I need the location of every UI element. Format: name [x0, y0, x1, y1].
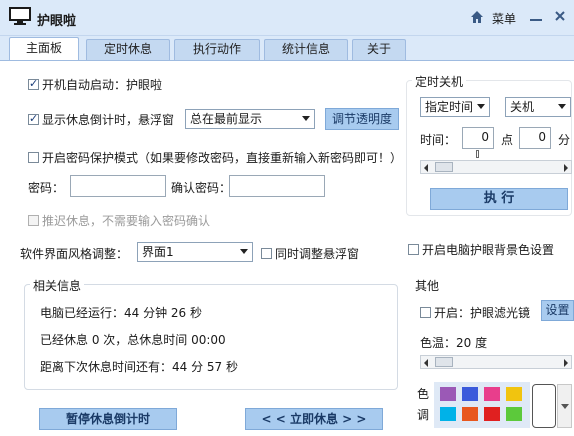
slider-left-arrow-icon[interactable] — [424, 164, 428, 172]
filter-label: 开启：护眼滤光镜 — [434, 306, 531, 320]
color-temperature-label: 色温：20 度 — [420, 336, 488, 350]
shutdown-minute-unit: 分 — [558, 133, 571, 147]
bg-color-checkbox[interactable] — [408, 244, 419, 255]
style-select[interactable]: 界面1 — [137, 242, 253, 262]
autostart-option[interactable]: 开机自动启动：护眼啦 — [28, 76, 162, 93]
sync-float-checkbox[interactable] — [261, 248, 272, 259]
chevron-down-icon — [561, 404, 569, 409]
color-swatch[interactable] — [506, 387, 522, 401]
filter-option[interactable]: 开启：护眼滤光镜 — [420, 304, 530, 321]
style-label: 软件界面风格调整： — [20, 247, 129, 261]
filter-settings-button[interactable]: 设置 — [541, 300, 574, 321]
autostart-label: 开机自动启动：护眼啦 — [42, 78, 163, 92]
menu-button[interactable]: 菜单 — [492, 10, 516, 27]
color-swatch[interactable] — [440, 387, 456, 401]
filter-checkbox[interactable] — [420, 307, 431, 318]
shutdown-slider[interactable] — [420, 160, 572, 174]
confirm-password-field[interactable] — [229, 175, 325, 197]
current-color-preview[interactable] — [532, 384, 556, 428]
color-temperature-slider[interactable] — [420, 355, 572, 369]
info-group-title: 相关信息 — [30, 277, 85, 294]
shutdown-mode-select[interactable]: 指定时间 — [420, 97, 490, 117]
password-label: 密码： — [28, 181, 65, 195]
palette-label-top: 色 — [417, 387, 430, 401]
transparency-button[interactable]: 调节透明度 — [325, 108, 399, 130]
bg-color-option[interactable]: 开启电脑护眼背景色设置 — [408, 241, 554, 258]
chevron-down-icon — [558, 104, 566, 109]
shutdown-hour-unit: 点 — [501, 133, 514, 147]
float-mode-select[interactable]: 总在最前显示 — [185, 109, 315, 129]
sync-float-option[interactable]: 同时调整悬浮窗 — [261, 245, 359, 262]
chevron-down-icon — [302, 116, 310, 121]
execute-button[interactable]: 执 行 — [430, 188, 568, 210]
info-rest-count: 已经休息 0 次，总休息时间 00:00 — [40, 333, 226, 347]
slider-thumb[interactable] — [435, 162, 453, 172]
color-palette — [434, 382, 530, 428]
slider-thumb[interactable] — [435, 357, 453, 367]
color-swatch[interactable] — [440, 407, 456, 421]
shutdown-hour-field[interactable]: 0 — [462, 127, 494, 149]
postpone-checkbox[interactable] — [28, 215, 39, 226]
bg-color-label: 开启电脑护眼背景色设置 — [422, 243, 555, 257]
home-icon[interactable] — [470, 10, 484, 24]
style-value: 界面1 — [142, 245, 174, 259]
color-swatch[interactable] — [484, 407, 500, 421]
color-swatch[interactable] — [462, 407, 478, 421]
rest-now-button[interactable]: < < 立即休息 > > — [245, 408, 383, 430]
app-title: 护眼啦 — [37, 14, 77, 29]
shutdown-mode-value: 指定时间 — [425, 100, 474, 114]
slider-tick-marker — [476, 150, 479, 158]
pause-countdown-button[interactable]: 暂停休息倒计时 — [39, 408, 177, 430]
shutdown-minute-field[interactable]: 0 — [519, 127, 551, 149]
postpone-option[interactable]: 推迟休息，不需要输入密码确认 — [28, 212, 210, 229]
title-bar: 护眼啦 菜单 — [0, 0, 574, 36]
slider-left-arrow-icon[interactable] — [424, 359, 428, 367]
tab-main-panel[interactable]: 主面板 — [9, 37, 79, 60]
color-swatch[interactable] — [462, 387, 478, 401]
tab-about[interactable]: 关于 — [352, 39, 406, 60]
monitor-logo-icon — [9, 7, 31, 25]
password-mode-checkbox[interactable] — [28, 152, 39, 163]
shutdown-action-value: 关机 — [510, 100, 535, 114]
info-uptime: 电脑已经运行：44 分钟 26 秒 — [40, 306, 202, 320]
password-mode-option[interactable]: 开启密码保护模式（如果要修改密码，直接重新输入新密码即可！） — [28, 149, 402, 166]
countdown-option[interactable]: 显示休息倒计时，悬浮窗 — [28, 111, 174, 128]
color-swatch[interactable] — [484, 387, 500, 401]
float-mode-value: 总在最前显示 — [190, 112, 263, 126]
tab-actions[interactable]: 执行动作 — [174, 39, 260, 60]
info-next-rest: 距离下次休息时间还有：44 分 57 秒 — [40, 360, 238, 374]
palette-label-bottom: 调 — [417, 408, 430, 422]
tab-statistics[interactable]: 统计信息 — [264, 39, 348, 60]
sync-float-label: 同时调整悬浮窗 — [275, 247, 360, 261]
color-dropdown-button[interactable] — [557, 384, 572, 428]
chevron-down-icon — [240, 249, 248, 254]
other-group-title: 其他 — [412, 277, 443, 294]
postpone-label: 推迟休息，不需要输入密码确认 — [42, 214, 211, 228]
autostart-checkbox[interactable] — [28, 77, 39, 90]
shutdown-time-label: 时间： — [420, 133, 457, 147]
color-swatch[interactable] — [506, 407, 522, 421]
slider-right-arrow-icon[interactable] — [564, 164, 568, 172]
countdown-checkbox[interactable] — [28, 112, 39, 125]
tab-bar: 主面板 定时休息 执行动作 统计信息 关于 — [0, 36, 574, 60]
slider-right-arrow-icon[interactable] — [564, 359, 568, 367]
password-mode-label: 开启密码保护模式（如果要修改密码，直接重新输入新密码即可！） — [42, 151, 403, 165]
shutdown-group-title: 定时关机 — [412, 73, 467, 90]
password-field[interactable] — [70, 175, 166, 197]
chevron-down-icon — [477, 104, 485, 109]
shutdown-action-select[interactable]: 关机 — [505, 97, 571, 117]
confirm-password-label: 确认密码： — [171, 181, 232, 195]
countdown-label: 显示休息倒计时，悬浮窗 — [42, 113, 175, 127]
close-icon[interactable] — [553, 9, 567, 23]
minimize-icon[interactable] — [528, 10, 544, 24]
tab-scheduled-rest[interactable]: 定时休息 — [86, 39, 170, 60]
